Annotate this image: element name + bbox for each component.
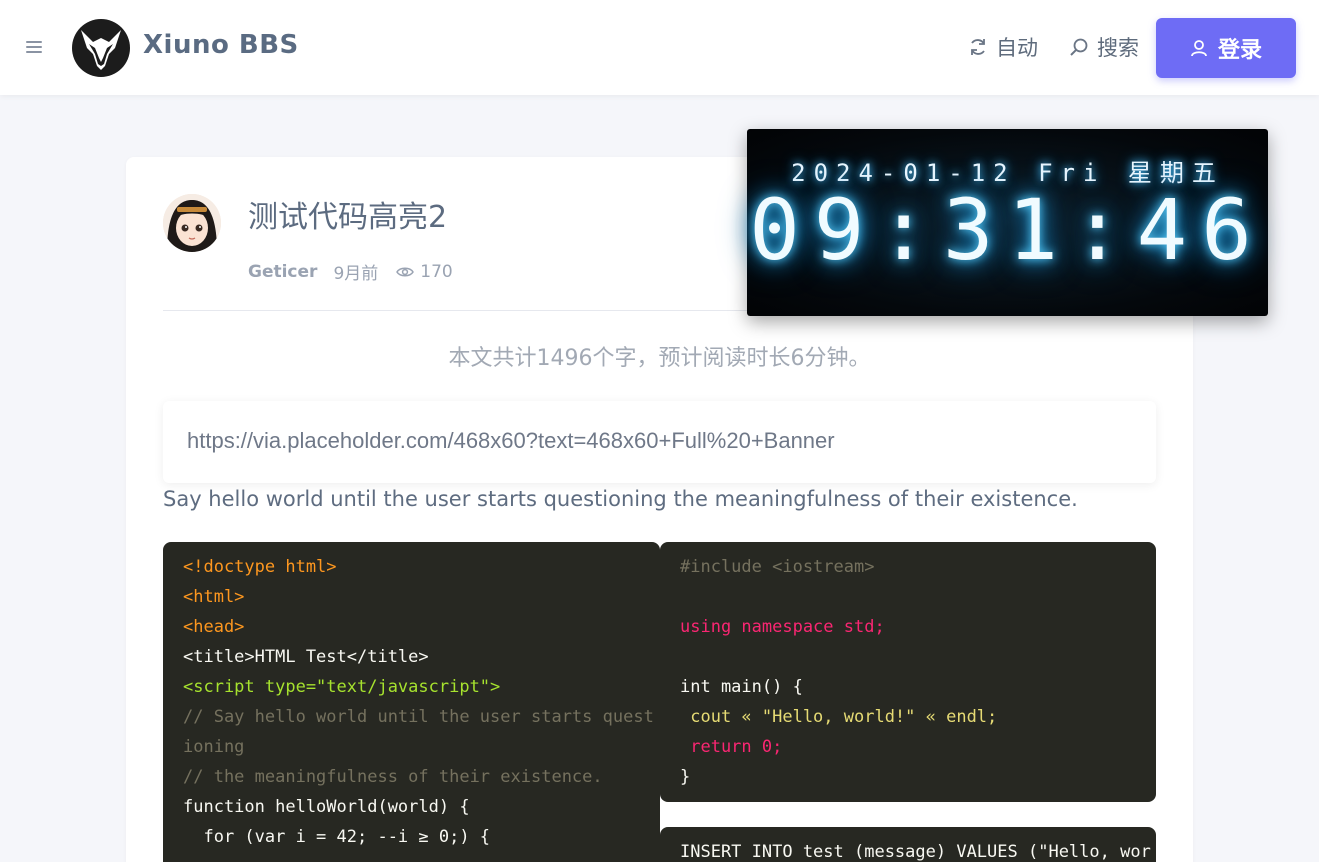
login-button[interactable]: 登录 xyxy=(1156,18,1296,78)
code-line: int main() { xyxy=(680,677,803,697)
author-avatar[interactable] xyxy=(163,194,221,252)
code-line: #include <iostream> xyxy=(680,557,875,577)
code-line: // Say hello world until the user starts… xyxy=(183,707,654,727)
banner-link[interactable]: https://via.placeholder.com/468x60?text=… xyxy=(187,428,835,454)
hamburger-menu-icon[interactable] xyxy=(24,38,44,56)
code-line: for (var i = 42; --i ≥ 0;) { xyxy=(183,827,491,847)
user-icon xyxy=(1191,40,1207,57)
code-line: <head> xyxy=(183,617,245,637)
code-block-sql[interactable]: INSERT INTO test (message) VALUES ("Hell… xyxy=(660,827,1156,862)
word-count-note: 本文共计1496个字，预计阅读时长6分钟。 xyxy=(448,346,871,371)
digital-clock-widget: 2024-01-12 Fri 星期五 09:31:46 xyxy=(747,129,1268,316)
login-label: 登录 xyxy=(1217,38,1262,63)
banner-placeholder: https://via.placeholder.com/468x60?text=… xyxy=(163,401,1156,483)
code-line: <!doctype html> xyxy=(183,557,337,577)
code-line: ioning xyxy=(183,737,245,757)
auto-refresh-link[interactable]: 自动 xyxy=(968,32,1038,62)
code-block-html[interactable]: <!doctype html> <html> <head> <title>HTML T… xyxy=(163,542,660,862)
code-line: <html> xyxy=(183,587,245,607)
code-line: INSERT INTO test (message) VALUES ("Hell… xyxy=(680,842,1151,862)
view-count: 170 xyxy=(396,261,453,282)
search-label: 搜索 xyxy=(1097,36,1139,60)
code-line: // the meaningfulness of their existence… xyxy=(183,767,603,787)
refresh-icon xyxy=(971,39,985,55)
code-line: cout « "Hello, world!" « endl; xyxy=(680,707,998,727)
code-line: function helloWorld(world) { xyxy=(183,797,470,817)
site-logo[interactable] xyxy=(71,18,131,78)
code-line: <title>HTML Test</title> xyxy=(183,647,429,667)
code-line: <script type="text/javascript"> xyxy=(183,677,501,697)
code-line: using namespace std; xyxy=(680,617,885,637)
code-line: return 0; xyxy=(680,737,783,757)
post-time: 9月前 xyxy=(333,264,379,284)
post-intro: Say hello world until the user starts qu… xyxy=(163,487,1078,511)
code-line: } xyxy=(680,767,691,787)
clock-time: 09:31:46 xyxy=(749,181,1266,279)
search-icon xyxy=(1070,38,1088,56)
brand-name[interactable]: Xiuno BBS xyxy=(143,30,299,60)
eye-icon xyxy=(396,267,415,276)
author-name[interactable]: Geticer xyxy=(248,262,317,282)
post-title: 测试代码高亮2 xyxy=(248,200,448,235)
view-count-value: 170 xyxy=(420,261,453,282)
code-block-cpp[interactable]: #include <iostream> using namespace std;… xyxy=(660,542,1156,802)
post-meta: Geticer 9月前 170 xyxy=(248,259,453,285)
top-navbar: Xiuno BBS 自动 搜索 登录 xyxy=(0,0,1319,95)
auto-label: 自动 xyxy=(996,36,1038,60)
search-link[interactable]: 搜索 xyxy=(1069,32,1139,62)
